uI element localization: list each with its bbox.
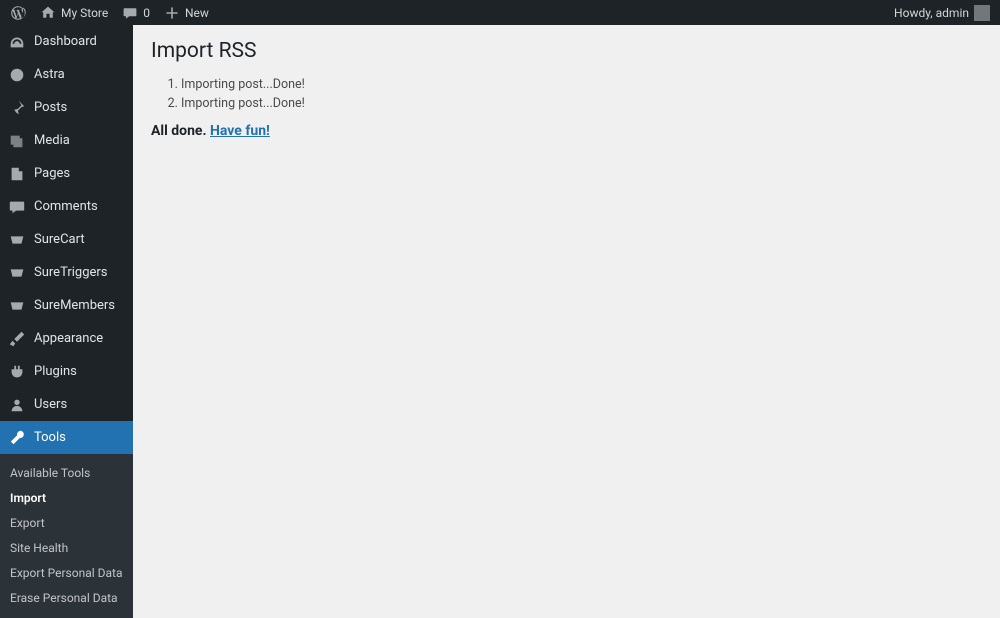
- dashboard-icon: [8, 33, 26, 51]
- wordpress-icon: [10, 5, 26, 21]
- submenu-import[interactable]: Import: [0, 485, 133, 510]
- users-icon: [8, 396, 26, 414]
- sidebar-item-label: SureMembers: [34, 298, 115, 313]
- surecart-icon: [8, 231, 26, 249]
- astra-icon: [8, 66, 26, 84]
- wrench-icon: [8, 429, 26, 447]
- page-icon: [8, 165, 26, 183]
- sidebar-item-label: Media: [34, 133, 70, 148]
- submenu-erase-personal-data[interactable]: Erase Personal Data: [0, 585, 133, 610]
- sidebar-item-label: Posts: [34, 100, 67, 115]
- home-icon: [40, 5, 56, 21]
- sidebar-item-comments[interactable]: Comments: [0, 190, 133, 223]
- admin-toolbar: My Store 0 New Howdy, admin: [0, 0, 1000, 25]
- submenu-site-health[interactable]: Site Health: [0, 535, 133, 560]
- main-content: Import RSS Importing post...Done! Import…: [133, 25, 1000, 576]
- new-label: New: [185, 6, 209, 20]
- sidebar-item-posts[interactable]: Posts: [0, 91, 133, 124]
- adminbar-left: My Store 0 New: [10, 5, 209, 21]
- log-entry: Importing post...Done!: [181, 96, 982, 111]
- page-title: Import RSS: [151, 39, 982, 63]
- brush-icon: [8, 330, 26, 348]
- sidebar-item-appearance[interactable]: Appearance: [0, 322, 133, 355]
- sidebar-item-astra[interactable]: Astra: [0, 58, 133, 91]
- sidebar-item-suretriggers[interactable]: SureTriggers: [0, 256, 133, 289]
- wp-logo-menu[interactable]: [10, 5, 26, 21]
- new-content-link[interactable]: New: [164, 5, 209, 21]
- site-link[interactable]: My Store: [40, 5, 108, 21]
- sidebar-item-label: Pages: [34, 166, 70, 181]
- account-link[interactable]: Howdy, admin: [894, 5, 990, 21]
- sidebar-item-label: Astra: [34, 67, 65, 82]
- media-icon: [8, 132, 26, 150]
- suremembers-icon: [8, 297, 26, 315]
- sidebar-item-label: Appearance: [34, 331, 103, 346]
- sidebar-item-label: Dashboard: [34, 34, 97, 49]
- have-fun-link[interactable]: Have fun!: [210, 123, 270, 139]
- sidebar-item-tools[interactable]: Tools: [0, 421, 133, 454]
- sidebar-item-label: SureTriggers: [34, 265, 108, 280]
- sidebar-item-users[interactable]: Users: [0, 388, 133, 421]
- sidebar-item-media[interactable]: Media: [0, 124, 133, 157]
- submenu-export-personal-data[interactable]: Export Personal Data: [0, 560, 133, 585]
- done-message: All done. Have fun!: [151, 123, 982, 139]
- sidebar-item-label: Comments: [34, 199, 98, 214]
- sidebar-item-label: SureCart: [34, 232, 85, 247]
- plus-icon: [164, 5, 180, 21]
- admin-sidebar: Dashboard Astra Posts Media Pages Commen…: [0, 25, 133, 576]
- sidebar-item-label: Tools: [34, 430, 66, 445]
- done-text: All done.: [151, 123, 210, 139]
- tools-submenu: Available Tools Import Export Site Healt…: [0, 454, 133, 618]
- import-log: Importing post...Done! Importing post...…: [181, 77, 982, 111]
- sidebar-item-label: Users: [34, 397, 67, 412]
- site-name: My Store: [61, 6, 108, 20]
- submenu-available-tools[interactable]: Available Tools: [0, 460, 133, 485]
- pin-icon: [8, 99, 26, 117]
- avatar: [974, 5, 990, 21]
- howdy-text: Howdy, admin: [894, 6, 969, 20]
- sidebar-item-suremembers[interactable]: SureMembers: [0, 289, 133, 322]
- adminbar-right: Howdy, admin: [894, 5, 990, 21]
- submenu-export[interactable]: Export: [0, 510, 133, 535]
- log-entry: Importing post...Done!: [181, 77, 982, 92]
- comment-icon: [8, 198, 26, 216]
- comments-count: 0: [143, 6, 150, 20]
- sidebar-item-pages[interactable]: Pages: [0, 157, 133, 190]
- sidebar-item-label: Plugins: [34, 364, 77, 379]
- plugin-icon: [8, 363, 26, 381]
- comments-link[interactable]: 0: [122, 5, 150, 21]
- comment-icon: [122, 5, 138, 21]
- sidebar-item-dashboard[interactable]: Dashboard: [0, 25, 133, 58]
- sidebar-item-plugins[interactable]: Plugins: [0, 355, 133, 388]
- sidebar-item-surecart[interactable]: SureCart: [0, 223, 133, 256]
- suretriggers-icon: [8, 264, 26, 282]
